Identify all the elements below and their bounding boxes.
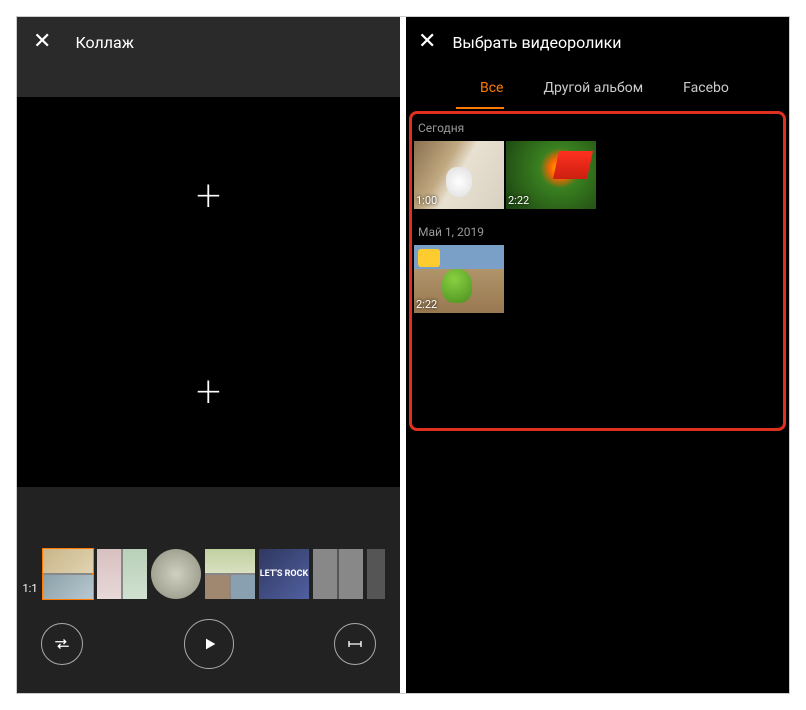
collage-canvas: + + [17, 97, 400, 489]
tab-underline [456, 107, 504, 109]
page-title: Коллаж [75, 33, 134, 52]
tab-all[interactable]: Все [460, 67, 523, 109]
close-icon[interactable]: ✕ [418, 31, 436, 53]
template-4[interactable] [205, 549, 255, 599]
video-thumb[interactable]: 2:22 [506, 141, 596, 209]
video-thumb[interactable]: 2:22 [414, 245, 504, 313]
play-button[interactable] [184, 619, 234, 669]
template-7[interactable] [367, 549, 385, 599]
video-thumb[interactable]: 1:00 [414, 141, 504, 209]
duration-label: 1:00 [416, 194, 437, 207]
template-1[interactable] [43, 549, 93, 599]
plus-icon: + [196, 365, 221, 417]
close-icon[interactable]: ✕ [33, 31, 51, 53]
template-5[interactable]: LET'S ROCK [259, 549, 309, 599]
resize-button[interactable] [334, 623, 376, 665]
tab-facebook[interactable]: Facebo [663, 67, 749, 109]
template-6[interactable] [313, 549, 363, 599]
collage-slot-2[interactable]: + [17, 293, 400, 489]
duration-label: 2:22 [416, 298, 437, 311]
source-tabs: Все Другой альбом Facebo [406, 67, 789, 109]
resize-icon [346, 635, 364, 653]
swap-icon [53, 635, 71, 653]
swap-button[interactable] [41, 623, 83, 665]
template-3[interactable] [151, 549, 201, 599]
section-label-today: Сегодня [414, 115, 781, 141]
aspect-ratio-label: 1:1 [21, 541, 39, 599]
template-2[interactable] [97, 549, 147, 599]
plus-icon: + [196, 169, 221, 221]
tab-other-album[interactable]: Другой альбом [523, 67, 663, 109]
template-strip[interactable]: 1:1 LET'S ROCK [17, 541, 400, 607]
page-title: Выбрать видеоролики [452, 33, 621, 52]
section-label-may: Май 1, 2019 [414, 219, 781, 245]
collage-slot-1[interactable]: + [17, 97, 400, 293]
duration-label: 2:22 [508, 194, 529, 207]
play-icon [202, 636, 218, 652]
